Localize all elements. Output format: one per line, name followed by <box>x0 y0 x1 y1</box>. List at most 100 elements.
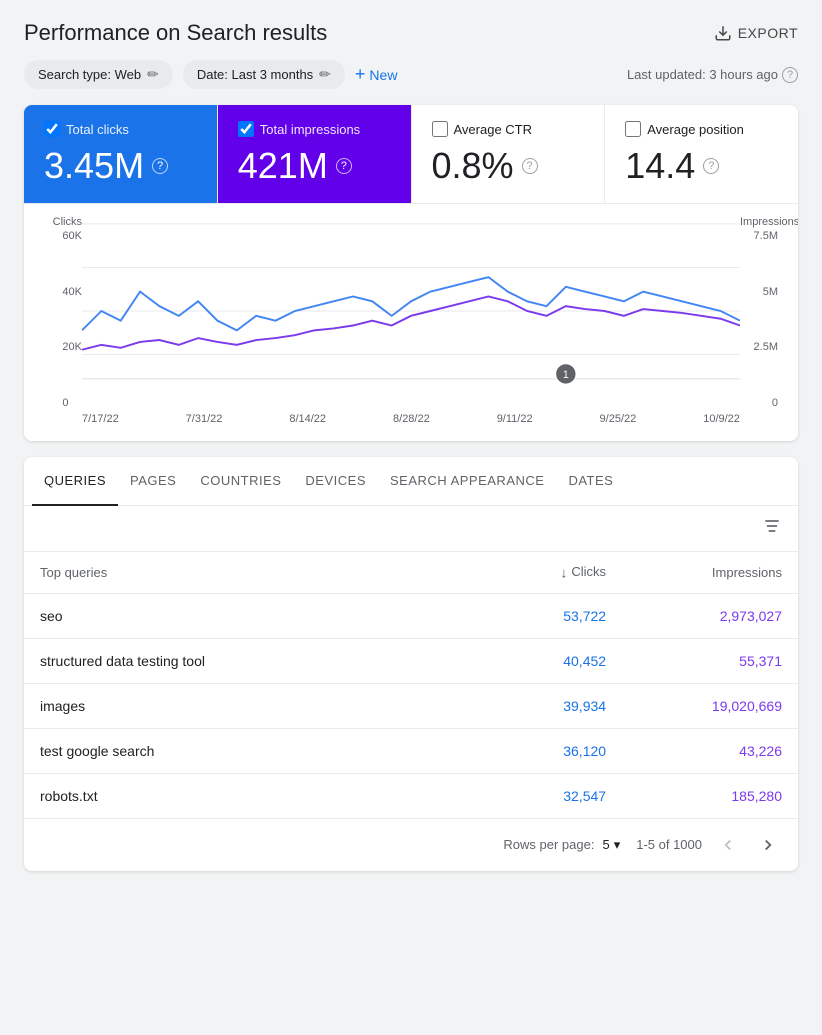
avg-position-checkbox[interactable] <box>625 121 641 137</box>
y-label: 2.5M <box>740 341 778 353</box>
metrics-row: Total clicks 3.45M ? Total impressions 4… <box>24 105 798 204</box>
filter-bar <box>24 506 798 552</box>
metric-header: Total clicks <box>44 121 197 137</box>
query-cell[interactable]: test google search <box>24 728 488 773</box>
svg-text:1: 1 <box>563 369 569 381</box>
table-row: images 39,934 19,020,669 <box>24 683 798 728</box>
y-label: 0 <box>62 397 82 409</box>
metric-value: 0.8% ? <box>432 145 585 187</box>
metric-avg-ctr: Average CTR 0.8% ? <box>412 105 606 203</box>
col-header-clicks[interactable]: ↓ Clicks <box>488 552 622 593</box>
avg-ctr-checkbox[interactable] <box>432 121 448 137</box>
data-table: Top queries ↓ Clicks Impressions seo 53,… <box>24 552 798 818</box>
clicks-cell: 53,722 <box>488 593 622 638</box>
x-label: 8/14/22 <box>289 413 326 425</box>
new-button[interactable]: + New <box>355 64 398 85</box>
tab-pages[interactable]: PAGES <box>118 457 188 506</box>
page-title: Performance on Search results <box>24 20 327 46</box>
x-label: 8/28/22 <box>393 413 430 425</box>
clicks-cell: 40,452 <box>488 638 622 683</box>
metric-header: Average CTR <box>432 121 585 137</box>
y-label: 7.5M <box>740 230 778 242</box>
chevron-left-icon <box>719 836 737 854</box>
chart-area: Clicks 60K 40K 20K 0 <box>24 204 798 441</box>
metric-header: Total impressions <box>238 121 391 137</box>
metrics-section: Total clicks 3.45M ? Total impressions 4… <box>24 105 798 441</box>
chevron-down-icon: ▾ <box>614 837 621 853</box>
query-cell[interactable]: images <box>24 683 488 728</box>
help-icon[interactable]: ? <box>336 158 352 174</box>
search-type-filter[interactable]: Search type: Web ✏ <box>24 60 173 89</box>
col-header-query: Top queries <box>24 552 488 593</box>
metric-value: 14.4 ? <box>625 145 778 187</box>
bottom-section: QUERIES PAGES COUNTRIES DEVICES SEARCH A… <box>24 457 798 871</box>
table-row: test google search 36,120 43,226 <box>24 728 798 773</box>
metric-value: 3.45M ? <box>44 145 197 187</box>
table-row: structured data testing tool 40,452 55,3… <box>24 638 798 683</box>
filter-button[interactable] <box>762 516 782 541</box>
metric-total-impressions: Total impressions 421M ? <box>218 105 412 203</box>
tab-queries[interactable]: QUERIES <box>32 457 118 506</box>
y-left-title: Clicks <box>53 216 82 228</box>
query-cell[interactable]: robots.txt <box>24 773 488 818</box>
toolbar: Search type: Web ✏ Date: Last 3 months ✏… <box>0 60 822 105</box>
page-header: Performance on Search results EXPORT <box>0 0 822 60</box>
tab-search-appearance[interactable]: SEARCH APPEARANCE <box>378 457 556 506</box>
tab-dates[interactable]: DATES <box>556 457 625 506</box>
help-icon[interactable]: ? <box>782 67 798 83</box>
chart-svg: 1 <box>82 216 740 406</box>
total-impressions-checkbox[interactable] <box>238 121 254 137</box>
x-label: 7/17/22 <box>82 413 119 425</box>
clicks-cell: 39,934 <box>488 683 622 728</box>
tabs: QUERIES PAGES COUNTRIES DEVICES SEARCH A… <box>24 457 798 506</box>
tab-devices[interactable]: DEVICES <box>293 457 378 506</box>
prev-page-button[interactable] <box>714 831 742 859</box>
x-label: 7/31/22 <box>186 413 223 425</box>
sort-down-icon: ↓ <box>561 565 572 581</box>
help-icon[interactable]: ? <box>152 158 168 174</box>
pagination: Rows per page: 5 ▾ 1-5 of 1000 <box>24 818 798 871</box>
y-label: 5M <box>740 286 778 298</box>
metric-value: 421M ? <box>238 145 391 187</box>
y-right-title: Impressions <box>740 216 778 228</box>
last-updated: Last updated: 3 hours ago ? <box>627 67 798 83</box>
metric-header: Average position <box>625 121 778 137</box>
y-label: 60K <box>62 230 82 242</box>
edit-icon: ✏ <box>147 66 159 83</box>
filter-icon <box>762 516 782 536</box>
x-axis-labels: 7/17/22 7/31/22 8/14/22 8/28/22 9/11/22 … <box>82 413 740 425</box>
x-label: 9/11/22 <box>497 413 533 425</box>
y-label: 0 <box>740 397 778 409</box>
date-filter[interactable]: Date: Last 3 months ✏ <box>183 60 345 89</box>
rows-per-page-select[interactable]: 5 ▾ <box>602 837 620 853</box>
help-icon[interactable]: ? <box>703 158 719 174</box>
download-icon <box>714 24 732 42</box>
query-cell[interactable]: structured data testing tool <box>24 638 488 683</box>
impressions-cell: 55,371 <box>622 638 798 683</box>
table-row: seo 53,722 2,973,027 <box>24 593 798 638</box>
clicks-cell: 32,547 <box>488 773 622 818</box>
chevron-right-icon <box>759 836 777 854</box>
impressions-cell: 19,020,669 <box>622 683 798 728</box>
page-info: 1-5 of 1000 <box>636 837 702 852</box>
impressions-cell: 2,973,027 <box>622 593 798 638</box>
metric-avg-position: Average position 14.4 ? <box>605 105 798 203</box>
export-button[interactable]: EXPORT <box>714 24 798 42</box>
impressions-cell: 43,226 <box>622 728 798 773</box>
y-label: 40K <box>62 286 82 298</box>
table-row: robots.txt 32,547 185,280 <box>24 773 798 818</box>
pagination-nav: 1-5 of 1000 <box>636 831 782 859</box>
rows-per-page: Rows per page: 5 ▾ <box>503 837 620 853</box>
impressions-cell: 185,280 <box>622 773 798 818</box>
total-clicks-checkbox[interactable] <box>44 121 60 137</box>
tab-countries[interactable]: COUNTRIES <box>188 457 293 506</box>
table-body: seo 53,722 2,973,027 structured data tes… <box>24 593 798 818</box>
y-label: 20K <box>62 341 82 353</box>
col-header-impressions: Impressions <box>622 552 798 593</box>
help-icon[interactable]: ? <box>522 158 538 174</box>
next-page-button[interactable] <box>754 831 782 859</box>
x-label: 10/9/22 <box>703 413 740 425</box>
edit-icon: ✏ <box>319 66 331 83</box>
query-cell[interactable]: seo <box>24 593 488 638</box>
clicks-cell: 36,120 <box>488 728 622 773</box>
